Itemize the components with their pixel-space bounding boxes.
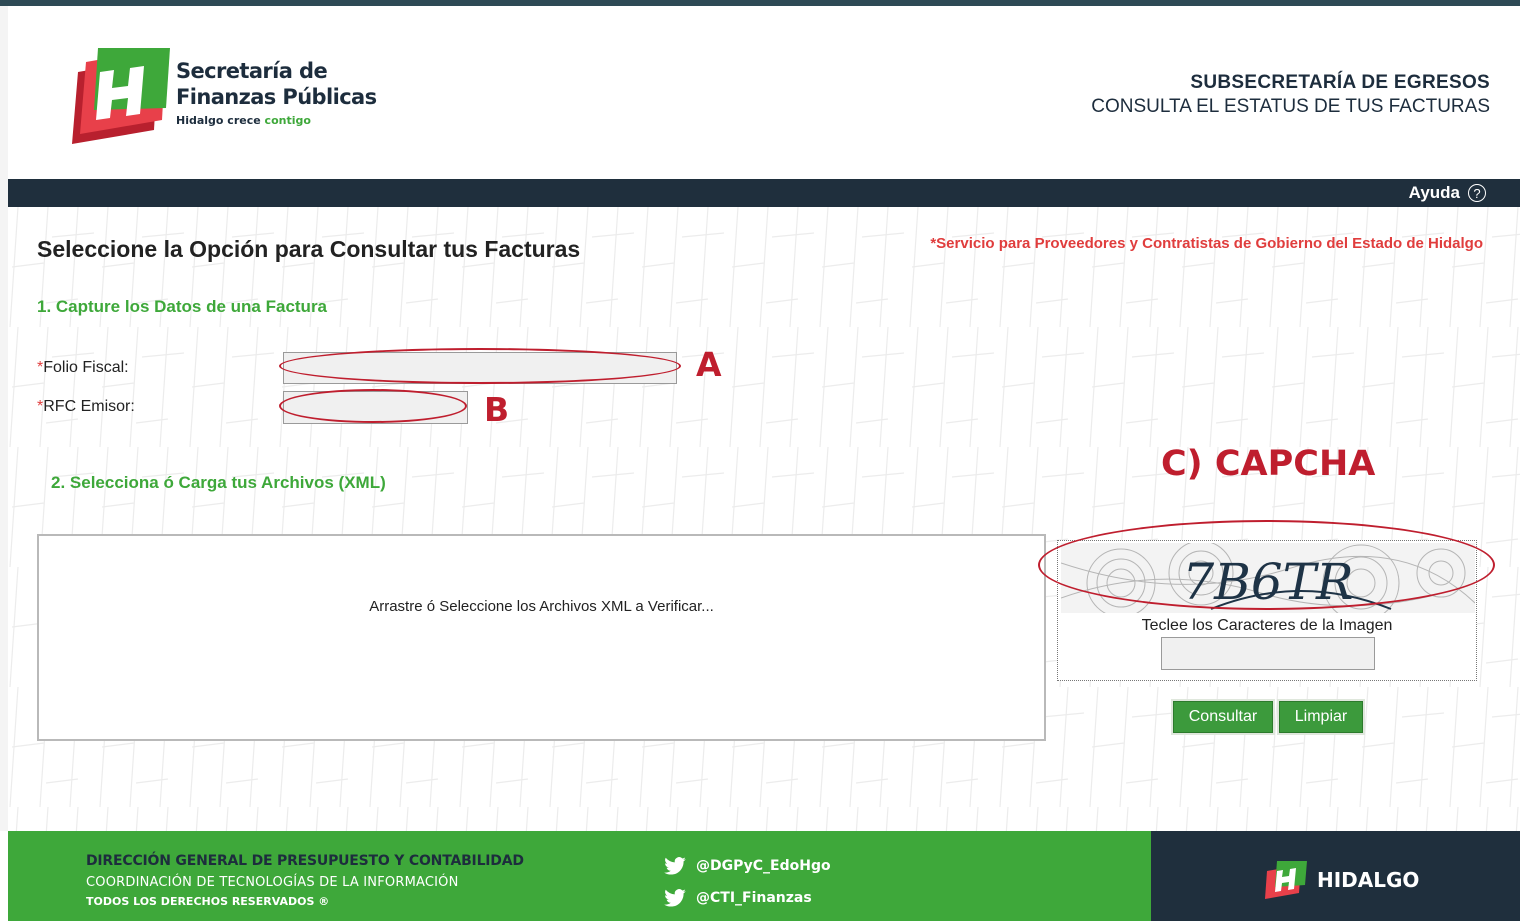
nav-bar: Ayuda ?	[8, 179, 1520, 207]
captcha-input[interactable]	[1161, 637, 1375, 670]
twitter-handle-1: @DGPyC_EdoHgo	[696, 858, 831, 874]
step2-title: 2. Selecciona ó Carga tus Archivos (XML)	[51, 473, 386, 492]
dropzone-text: Arrastre ó Seleccione los Archivos XML a…	[369, 598, 714, 615]
limpiar-button[interactable]: Limpiar	[1279, 701, 1363, 733]
captcha-text: 7B6TR	[1182, 553, 1353, 611]
main-content: Seleccione la Opción para Consultar tus …	[8, 207, 1520, 831]
org-tagline-accent: contigo	[264, 114, 311, 127]
twitter-handle-2: @CTI_Finanzas	[696, 890, 812, 906]
org-name-line1: Secretaría de	[176, 59, 328, 83]
xml-dropzone[interactable]: Arrastre ó Seleccione los Archivos XML a…	[37, 534, 1046, 741]
footer-info: DIRECCIÓN GENERAL DE PRESUPUESTO Y CONTA…	[8, 831, 1151, 921]
annotation-a: A	[696, 345, 722, 384]
subsecretaria-title: SUBSECRETARÍA DE EGRESOS	[1190, 72, 1490, 93]
consultar-button[interactable]: Consultar	[1173, 701, 1273, 733]
footer-logo: HIDALGO	[1261, 861, 1419, 899]
rfc-emisor-label-text: RFC Emisor:	[43, 398, 135, 415]
annotation-c: C) CAPCHA	[1161, 444, 1376, 484]
left-edge	[0, 6, 8, 831]
help-link[interactable]: Ayuda ?	[1409, 183, 1486, 203]
hidalgo-h-logo-icon	[1265, 861, 1307, 899]
org-name: Secretaría de Finanzas Públicas	[176, 58, 377, 110]
captcha-panel: 7B6TR Teclee los Caracteres de la Imagen	[1057, 540, 1477, 681]
header-titles: SUBSECRETARÍA DE EGRESOS CONSULTA EL EST…	[1091, 72, 1490, 118]
captcha-caption: Teclee los Caracteres de la Imagen	[1141, 617, 1393, 634]
footer-line2: COORDINACIÓN DE TECNOLOGÍAS DE LA INFORM…	[86, 875, 459, 890]
org-tagline-text: Hidalgo crece	[176, 114, 261, 127]
folio-fiscal-label-text: Folio Fiscal:	[43, 359, 129, 376]
captcha-image: 7B6TR	[1061, 543, 1475, 613]
footer-line1: DIRECCIÓN GENERAL DE PRESUPUESTO Y CONTA…	[86, 853, 524, 869]
footer-brand: HIDALGO	[1151, 831, 1520, 921]
twitter-link-dgpyc[interactable]: @DGPyC_EdoHgo	[664, 857, 831, 875]
step1-title: 1. Capture los Datos de una Factura	[37, 297, 328, 316]
twitter-link-cti[interactable]: @CTI_Finanzas	[664, 889, 812, 907]
annotation-b: B	[484, 390, 510, 429]
footer-brand-text: HIDALGO	[1317, 868, 1420, 892]
rfc-emisor-input[interactable]	[283, 391, 468, 424]
folio-fiscal-label: *Folio Fiscal:	[37, 359, 129, 377]
service-note: *Servicio para Proveedores y Contratista…	[930, 235, 1483, 252]
folio-fiscal-input[interactable]	[283, 352, 677, 384]
footer-line3: TODOS LOS DERECHOS RESERVADOS ®	[86, 895, 330, 908]
page-title: Seleccione la Opción para Consultar tus …	[37, 236, 581, 262]
question-circle-icon: ?	[1468, 184, 1486, 202]
org-name-line2: Finanzas Públicas	[176, 85, 377, 109]
twitter-icon	[664, 857, 686, 875]
page-header: Secretaría de Finanzas Públicas Hidalgo …	[8, 6, 1520, 179]
help-label: Ayuda	[1408, 183, 1460, 202]
rfc-emisor-label: *RFC Emisor:	[37, 398, 135, 416]
org-tagline: Hidalgo crece contigo	[176, 114, 311, 127]
page-subtitle: CONSULTA EL ESTATUS DE TUS FACTURAS	[1091, 96, 1490, 117]
twitter-icon	[664, 889, 686, 907]
hidalgo-h-logo-icon	[72, 48, 170, 144]
